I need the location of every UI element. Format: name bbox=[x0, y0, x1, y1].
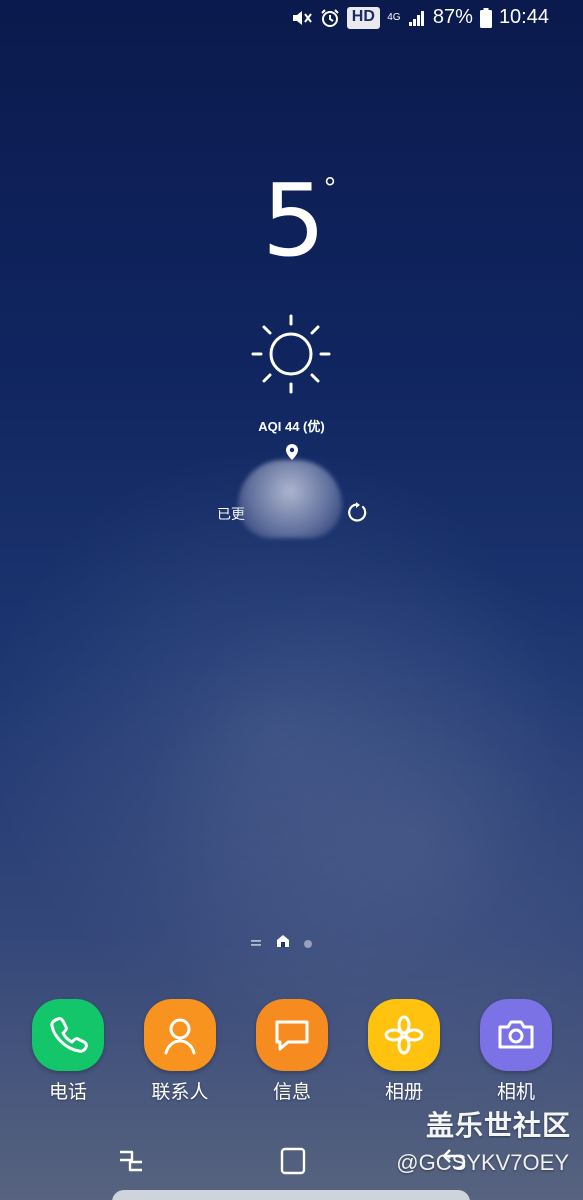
gallery-icon[interactable] bbox=[368, 999, 440, 1071]
signal-icon bbox=[408, 9, 426, 27]
contacts-icon[interactable] bbox=[144, 999, 216, 1071]
clock: 10:44 bbox=[498, 6, 549, 28]
phone-icon[interactable] bbox=[32, 999, 104, 1071]
app-label-messages: 信息 bbox=[272, 1082, 311, 1103]
aqi-label: AQI 44 (优) bbox=[258, 419, 325, 434]
app-label-phone: 电话 bbox=[48, 1082, 87, 1103]
status-icons: HD 4G 87% 10:44 bbox=[291, 6, 549, 29]
recents-icon[interactable] bbox=[116, 1146, 146, 1181]
app-dock: 电话 联系人 信息 相册 相机 bbox=[0, 999, 583, 1109]
battery-icon bbox=[479, 7, 492, 28]
blurred-location bbox=[238, 460, 342, 538]
refresh-icon[interactable] bbox=[346, 501, 368, 528]
alarm-icon bbox=[320, 8, 340, 28]
navigation-bar bbox=[0, 1140, 583, 1200]
app-messages[interactable]: 信息 bbox=[242, 999, 342, 1104]
home-icon[interactable] bbox=[276, 934, 290, 953]
app-label-contacts: 联系人 bbox=[151, 1082, 209, 1103]
watermark-title: 盖乐世社区 bbox=[425, 1110, 571, 1141]
status-bar: HD 4G 87% 10:44 bbox=[0, 0, 583, 40]
app-phone[interactable]: 电话 bbox=[18, 999, 118, 1104]
menu-lines-icon[interactable] bbox=[250, 935, 262, 953]
back-icon[interactable] bbox=[440, 1146, 470, 1181]
page-indicator[interactable] bbox=[250, 934, 312, 953]
mute-icon bbox=[291, 8, 313, 28]
message-icon[interactable] bbox=[256, 999, 328, 1071]
temperature-display: 5 ° bbox=[0, 162, 583, 288]
camera-icon[interactable] bbox=[480, 999, 552, 1071]
home-button-icon[interactable] bbox=[279, 1146, 307, 1181]
sun-icon bbox=[249, 312, 333, 401]
hd-badge: HD bbox=[346, 6, 380, 29]
degree-symbol: ° bbox=[324, 172, 336, 205]
app-camera[interactable]: 相机 bbox=[466, 999, 566, 1104]
app-gallery[interactable]: 相册 bbox=[354, 999, 454, 1104]
navigation-handle[interactable] bbox=[112, 1190, 470, 1200]
app-label-camera: 相机 bbox=[496, 1082, 535, 1103]
temperature-value: 5 bbox=[262, 162, 326, 279]
battery-percent: 87% bbox=[432, 6, 473, 28]
app-label-gallery: 相册 bbox=[384, 1082, 423, 1103]
app-contacts[interactable]: 联系人 bbox=[130, 999, 230, 1104]
network-type: 4G bbox=[387, 11, 401, 23]
dot-icon[interactable] bbox=[304, 939, 312, 948]
